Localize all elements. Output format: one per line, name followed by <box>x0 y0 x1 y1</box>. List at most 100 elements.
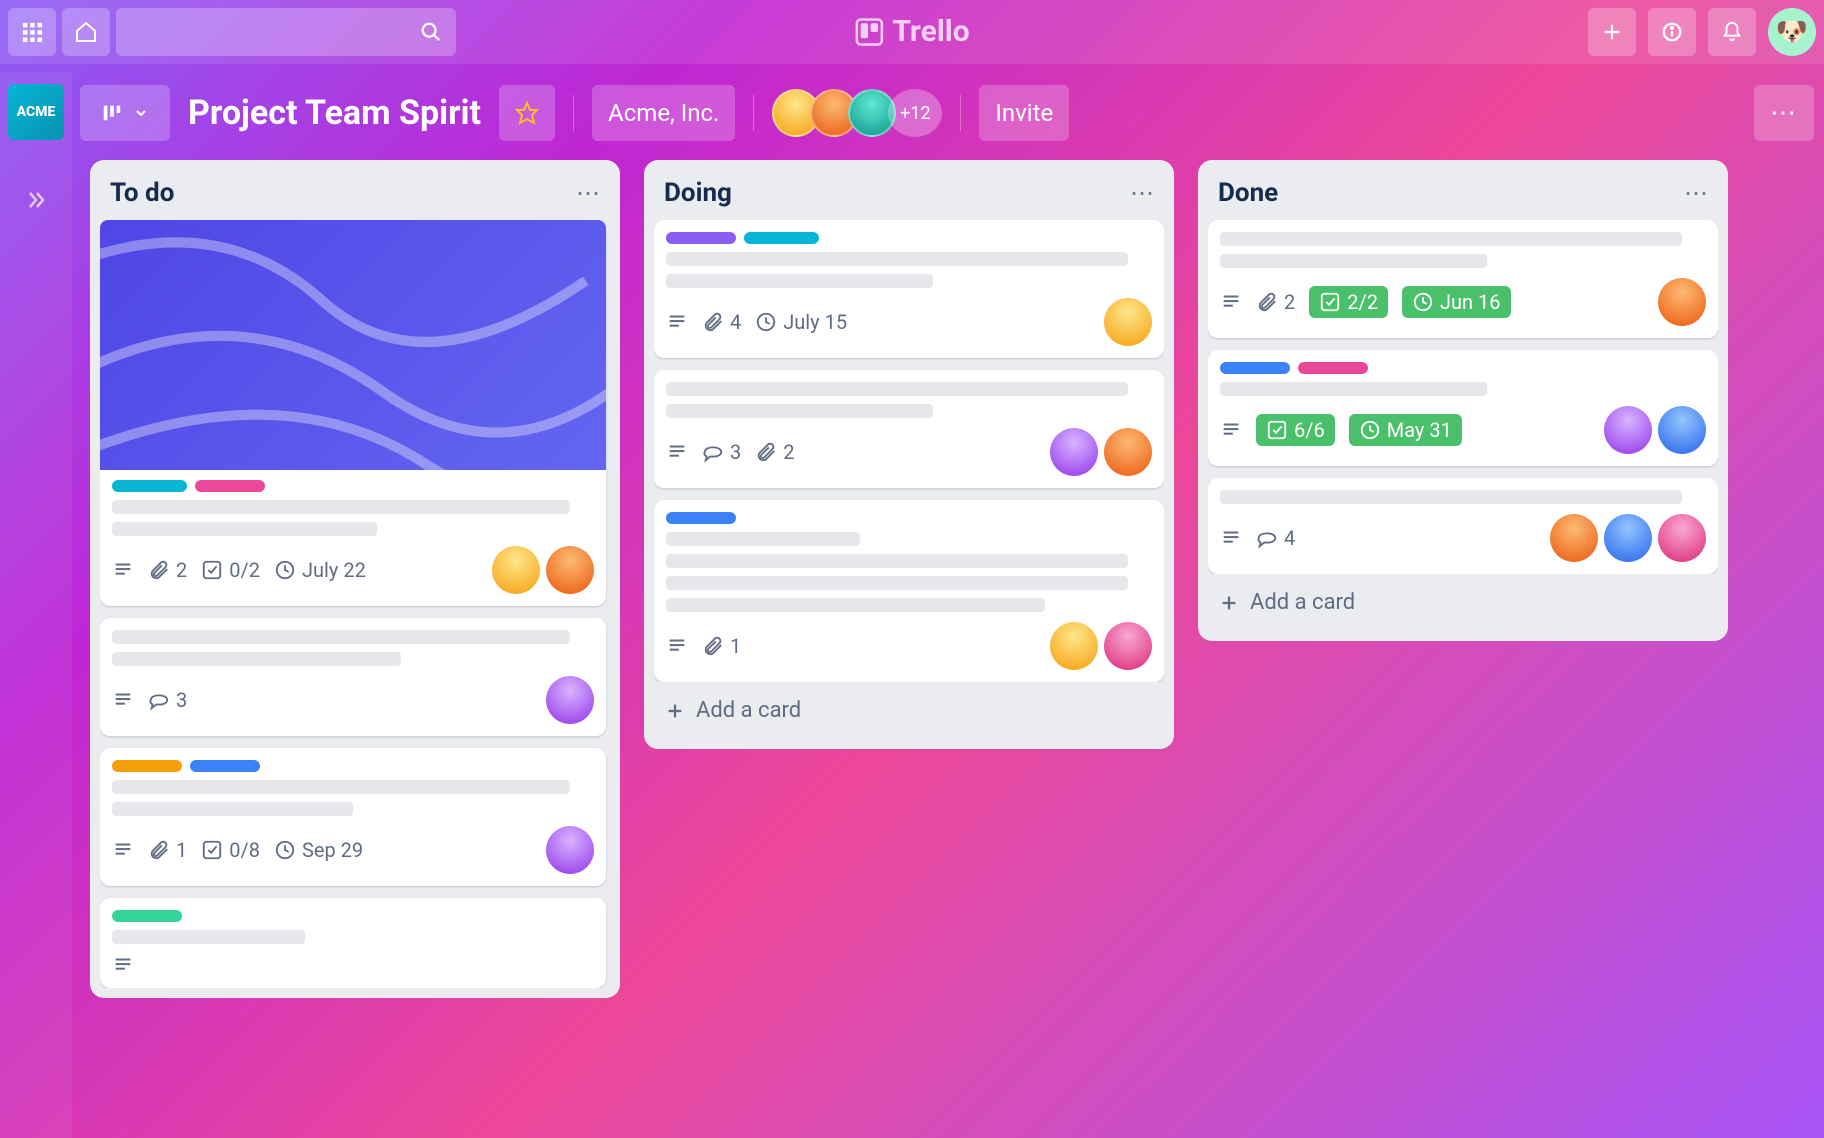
attachment-icon <box>1256 291 1278 313</box>
card-text-placeholder <box>666 532 860 546</box>
card[interactable]: 2 0/2 July 22 <box>100 220 606 606</box>
separator <box>753 95 754 131</box>
checklist-icon <box>1319 291 1341 313</box>
card-footer: 2 0/2 July 22 <box>112 546 594 594</box>
card-members <box>492 546 594 594</box>
label <box>190 760 260 772</box>
add-card-button[interactable]: Add a card <box>1208 574 1718 631</box>
list-cards: 4 July 15 32 1 <box>654 220 1164 682</box>
star-board-button[interactable] <box>499 85 555 141</box>
card[interactable]: 4 <box>1208 478 1718 574</box>
checklist-badge: 0/8 <box>201 838 260 862</box>
due-date-badge: July 15 <box>755 310 847 334</box>
description-icon <box>1220 419 1242 441</box>
add-card-button[interactable]: Add a card <box>654 682 1164 739</box>
card-text-placeholder <box>1220 382 1487 396</box>
due-date-badge: Jun 16 <box>1402 286 1511 318</box>
checklist-badge: 0/2 <box>201 558 260 582</box>
label <box>666 232 736 244</box>
card[interactable]: 10/8Sep 29 <box>100 748 606 886</box>
workspace-badge[interactable]: ACME <box>8 84 64 140</box>
description-icon <box>112 689 134 711</box>
card[interactable]: 3 <box>100 618 606 736</box>
list: Doing ⋯ 4 July 15 32 1Add a card <box>644 160 1174 749</box>
card-text-placeholder <box>666 274 933 288</box>
invite-button[interactable]: Invite <box>979 85 1069 141</box>
team-name-button[interactable]: Acme, Inc. <box>592 85 735 141</box>
attachment-icon <box>702 635 724 657</box>
extra-members-count[interactable]: +12 <box>888 89 942 137</box>
due-date-badge: Sep 29 <box>274 838 363 862</box>
comment-icon <box>148 689 170 711</box>
list-title[interactable]: To do <box>110 178 174 208</box>
checklist-icon <box>201 839 223 861</box>
comments-badge: 3 <box>702 440 741 464</box>
list-title[interactable]: Done <box>1218 178 1278 208</box>
member-avatar <box>1050 622 1098 670</box>
apps-button[interactable] <box>8 8 56 56</box>
attachments-badge: 4 <box>702 310 741 334</box>
board-menu-button[interactable]: ⋯ <box>1754 85 1814 141</box>
expand-sidebar-button[interactable] <box>24 188 48 218</box>
board-members[interactable]: +12 <box>772 89 942 137</box>
clock-icon <box>274 559 296 581</box>
description-icon <box>112 559 134 581</box>
list-menu-button[interactable]: ⋯ <box>576 179 600 207</box>
clock-icon <box>755 311 777 333</box>
comments-badge: 3 <box>148 688 187 712</box>
member-avatar <box>1604 406 1652 454</box>
info-icon <box>1661 21 1683 43</box>
board-header: Project Team Spirit Acme, Inc. +12 Invit… <box>80 78 1814 148</box>
card-text-placeholder <box>112 930 305 944</box>
description-icon <box>666 441 688 463</box>
card[interactable]: 1 <box>654 500 1164 682</box>
user-avatar[interactable]: 🐶 <box>1768 8 1816 56</box>
board-view-switcher[interactable] <box>80 85 170 141</box>
board-icon <box>101 102 123 124</box>
attachments-badge: 2 <box>755 440 794 464</box>
attachments-badge: 2 <box>148 558 187 582</box>
attachment-icon <box>148 839 170 861</box>
left-rail: ACME <box>0 72 72 1138</box>
label <box>744 232 819 244</box>
due-date-badge: July 22 <box>274 558 366 582</box>
card-footer: 3 <box>112 676 594 724</box>
card-labels <box>112 910 594 922</box>
checklist-badge: 6/6 <box>1256 414 1335 446</box>
card-members <box>546 676 594 724</box>
list-menu-button[interactable]: ⋯ <box>1684 179 1708 207</box>
board-title[interactable]: Project Team Spirit <box>180 93 489 133</box>
attachment-icon <box>148 559 170 581</box>
list-menu-button[interactable]: ⋯ <box>1130 179 1154 207</box>
search-input[interactable] <box>116 8 456 56</box>
card[interactable]: 4 July 15 <box>654 220 1164 358</box>
due-date-badge: May 31 <box>1349 414 1462 446</box>
member-avatar <box>546 546 594 594</box>
notifications-button[interactable] <box>1708 8 1756 56</box>
label <box>195 480 265 492</box>
card[interactable]: 32 <box>654 370 1164 488</box>
home-button[interactable] <box>62 8 110 56</box>
card-footer <box>112 954 594 976</box>
card-text-placeholder <box>112 802 353 816</box>
card-footer: 4 <box>1220 514 1706 562</box>
card-text-placeholder <box>1220 232 1682 246</box>
card[interactable]: 22/2Jun 16 <box>1208 220 1718 338</box>
list-title[interactable]: Doing <box>664 178 732 208</box>
card-members <box>546 826 594 874</box>
list-cards: 22/2Jun 16 6/6 May 31 4 <box>1208 220 1718 574</box>
card-text-placeholder <box>666 576 1128 590</box>
member-avatar <box>1658 278 1706 326</box>
card[interactable]: 6/6 May 31 <box>1208 350 1718 466</box>
info-button[interactable] <box>1648 8 1696 56</box>
chevron-down-icon <box>133 105 149 121</box>
brand-text: Trello <box>892 14 969 49</box>
home-icon <box>74 20 98 44</box>
card-text-placeholder <box>112 522 377 536</box>
create-button[interactable] <box>1588 8 1636 56</box>
attachment-icon <box>702 311 724 333</box>
description-icon <box>1220 527 1242 549</box>
label <box>1220 362 1290 374</box>
card-text-placeholder <box>1220 490 1682 504</box>
card[interactable] <box>100 898 606 988</box>
